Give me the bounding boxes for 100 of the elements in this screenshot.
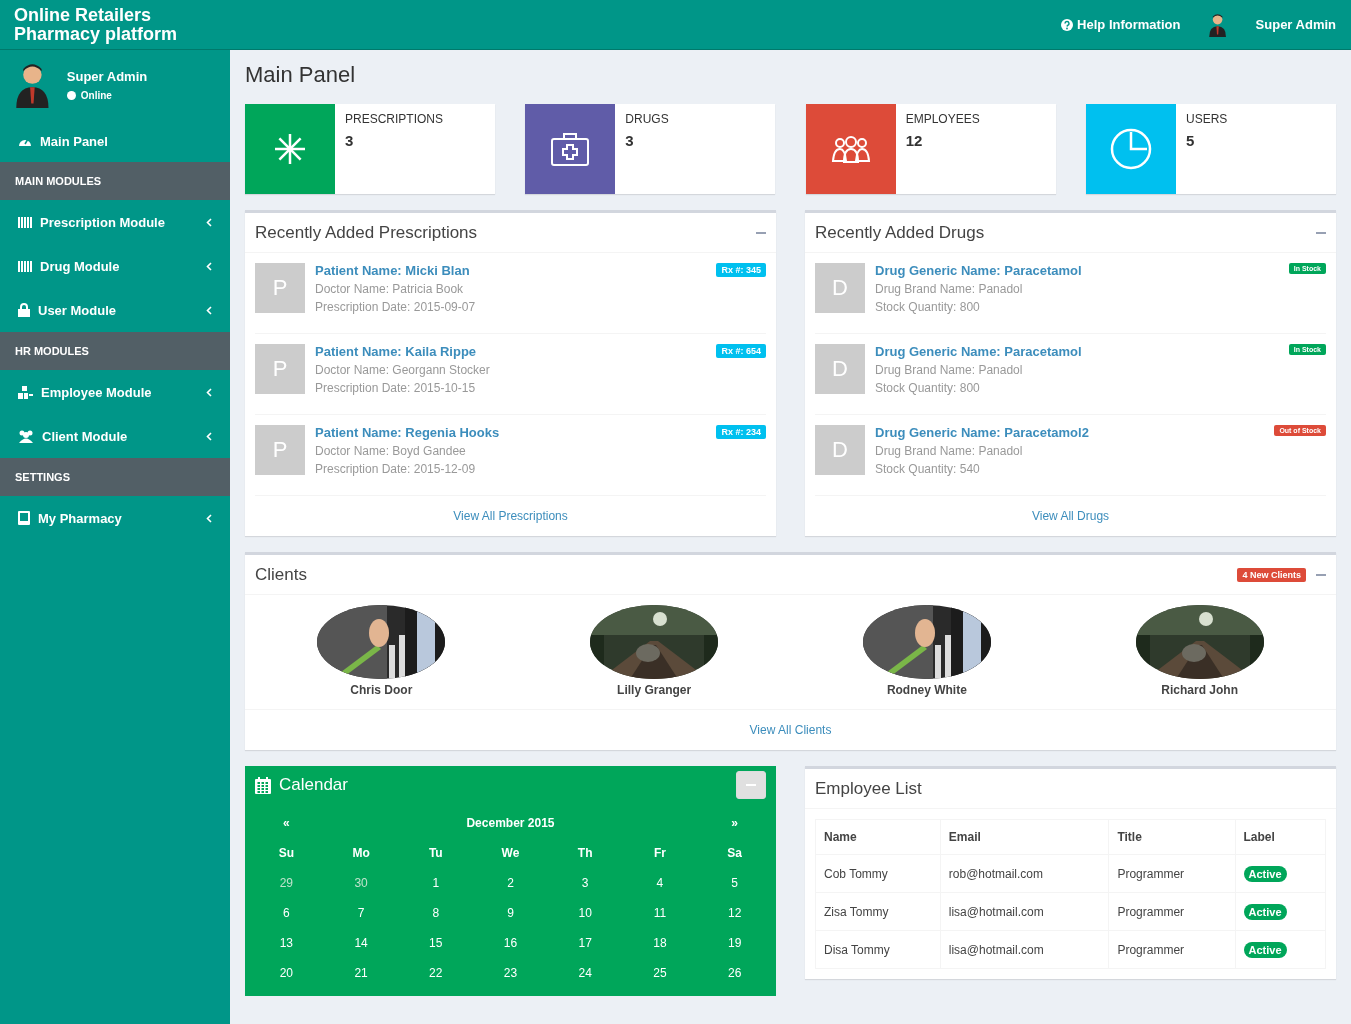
weekday-label: We	[500, 845, 521, 862]
item-title-link[interactable]: Drug Generic Name: Paracetamol2	[875, 425, 1265, 440]
status-label: Active	[1243, 865, 1287, 882]
prev-month-button[interactable]: «	[249, 808, 324, 838]
month-title: December 2015	[465, 815, 556, 832]
table-cell: lisa@hotmail.com	[940, 930, 1109, 969]
calendar-day[interactable]: 8	[398, 898, 474, 928]
stat-label: PRESCRIPTIONS	[345, 112, 443, 126]
calendar-day[interactable]: 6	[249, 898, 324, 928]
panel-title: Recently Added Drugs	[815, 222, 985, 243]
collapse-icon[interactable]	[1316, 231, 1326, 234]
stat-value: 3	[625, 132, 635, 149]
calendar-day[interactable]: 24	[547, 958, 623, 988]
barcode-icon	[18, 260, 32, 272]
item-title-link[interactable]: Patient Name: Micki Blan	[315, 263, 707, 278]
pie-chart-icon	[1109, 127, 1153, 171]
nav-item[interactable]: Client Module	[0, 414, 230, 458]
nav-item[interactable]: My Pharmacy	[0, 496, 230, 540]
client-name: Chris Door	[350, 683, 413, 697]
calendar-day[interactable]: 13	[249, 928, 324, 958]
calendar-day[interactable]: 1	[398, 868, 474, 898]
collapse-icon[interactable]	[756, 231, 766, 234]
calendar-day[interactable]: 15	[398, 928, 474, 958]
calendar-day[interactable]: 18	[622, 928, 698, 958]
table-cell: Programmer	[1108, 930, 1235, 969]
item-detail: Drug Brand Name: Panadol	[875, 363, 1024, 377]
sitemap-icon	[18, 385, 33, 399]
item-title-link[interactable]: Patient Name: Regenia Hooks	[315, 425, 707, 440]
calendar-day[interactable]: 12	[697, 898, 772, 928]
table-cell: Programmer	[1108, 854, 1235, 893]
stat-value: 5	[1186, 132, 1196, 149]
calendar-day[interactable]: 16	[473, 928, 548, 958]
column-header: Label	[1235, 819, 1326, 855]
column-header: Email	[940, 819, 1109, 855]
panel-title: Employee List	[815, 778, 922, 799]
chevron-icon	[206, 387, 212, 397]
chevron-icon	[206, 305, 212, 315]
calendar-day[interactable]: 7	[323, 898, 399, 928]
item-detail: Doctor Name: Patricia Book	[315, 282, 465, 296]
avatar-icon	[14, 62, 51, 108]
calendar-day[interactable]: 5	[697, 868, 772, 898]
help-link[interactable]: Help Information	[1061, 17, 1181, 32]
view-all-link[interactable]: View All Prescriptions	[453, 509, 568, 523]
item-title-link[interactable]: Patient Name: Kaila Rippe	[315, 344, 707, 359]
calendar-day[interactable]: 11	[622, 898, 698, 928]
nav-item[interactable]: Employee Module	[0, 370, 230, 414]
item-detail: Doctor Name: Georgann Stocker	[315, 363, 491, 377]
client-name: Rodney White	[886, 683, 967, 697]
lock-icon	[18, 303, 30, 317]
weekday-label: Mo	[351, 845, 371, 862]
status-dot-icon	[66, 91, 76, 100]
item-title-link[interactable]: Drug Generic Name: Paracetamol	[875, 263, 1279, 278]
rx-badge: Rx #: 234	[716, 425, 766, 439]
calendar-day[interactable]: 14	[323, 928, 399, 958]
collapse-button[interactable]	[736, 771, 766, 799]
barcode-icon	[18, 216, 32, 228]
stat-label: EMPLOYEES	[905, 112, 980, 126]
calendar-day[interactable]: 22	[398, 958, 474, 988]
calendar-day[interactable]: 10	[547, 898, 623, 928]
nav-item[interactable]: Drug Module	[0, 244, 230, 288]
panel-title: Recently Added Prescriptions	[255, 222, 478, 243]
building-icon	[18, 511, 30, 525]
help-icon	[1061, 18, 1074, 31]
view-all-link[interactable]: View All Drugs	[1031, 509, 1110, 523]
calendar-day[interactable]: 26	[697, 958, 772, 988]
view-all-link[interactable]: View All Clients	[749, 723, 832, 737]
rx-badge: Rx #: 345	[716, 263, 766, 277]
calendar-day[interactable]: 23	[473, 958, 548, 988]
user-menu-link[interactable]: Super Admin	[1255, 17, 1336, 32]
calendar-day[interactable]: 2	[473, 868, 548, 898]
next-month-button[interactable]: »	[697, 808, 772, 838]
chevron-icon	[206, 513, 212, 523]
medical-kit-icon	[550, 131, 591, 167]
table-cell: rob@hotmail.com	[940, 854, 1109, 893]
calendar-day[interactable]: 4	[622, 868, 698, 898]
calendar-day[interactable]: 17	[547, 928, 623, 958]
stat-label: DRUGS	[625, 112, 669, 126]
calendar-day[interactable]: 25	[622, 958, 698, 988]
item-detail: Prescription Date: 2015-10-15	[315, 381, 477, 395]
calendar-day[interactable]: 20	[249, 958, 324, 988]
nav-item[interactable]: User Module	[0, 288, 230, 332]
stat-value: 12	[905, 132, 924, 149]
collapse-icon[interactable]	[1316, 573, 1326, 576]
calendar-day[interactable]: 30	[323, 868, 399, 898]
nav-item[interactable]: Main Panel	[0, 120, 230, 162]
table-cell: Zisa Tommy	[815, 892, 941, 931]
weekday-label: Th	[576, 845, 594, 862]
nav-item[interactable]: Prescription Module	[0, 200, 230, 244]
brand-title: Pharmacy platform	[14, 24, 179, 44]
calendar-day[interactable]: 29	[249, 868, 324, 898]
table-cell: Programmer	[1108, 892, 1235, 931]
panel-title: Calendar	[279, 775, 348, 795]
section-header: SETTINGS	[0, 458, 230, 496]
client-name: Richard John	[1161, 683, 1238, 697]
calendar-day[interactable]: 19	[697, 928, 772, 958]
avatar-icon	[1208, 12, 1228, 37]
calendar-day[interactable]: 21	[323, 958, 399, 988]
calendar-day[interactable]: 3	[547, 868, 623, 898]
calendar-day[interactable]: 9	[473, 898, 548, 928]
item-title-link[interactable]: Drug Generic Name: Paracetamol	[875, 344, 1279, 359]
